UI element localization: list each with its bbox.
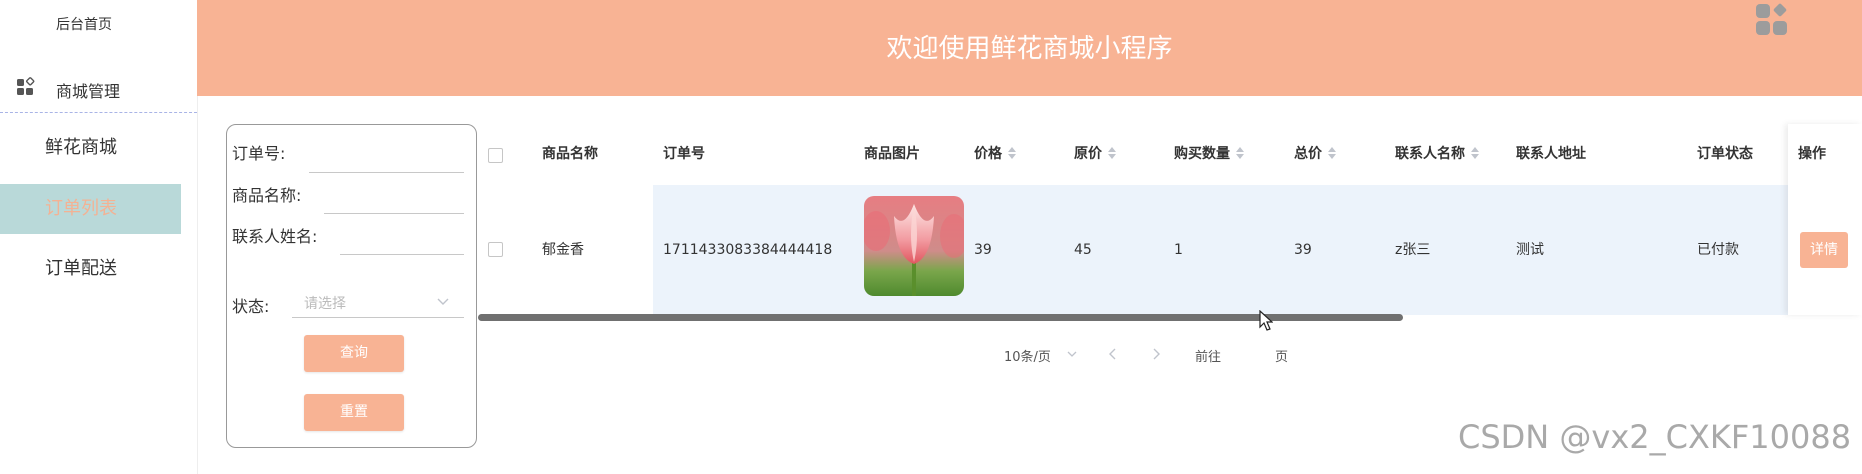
sidebar-menu-label: 商城管理	[56, 82, 121, 101]
goto-label: 前往	[1195, 350, 1222, 365]
cell-quantity: 1	[1174, 242, 1183, 258]
orders-table: 商品名称 订单号 商品图片 价格 原价 购买数量 总价 联系人名称 联系人地址 …	[478, 124, 1862, 316]
page-label: 页	[1275, 350, 1289, 365]
contact-name-label: 联系人姓名:	[232, 227, 318, 246]
watermark: CSDN @vx2_CXKF10088	[1458, 418, 1852, 456]
search-panel: 订单号: 商品名称: 联系人姓名: 状态: 请选择 查询 重置	[226, 124, 477, 448]
goto-page-input[interactable]	[1235, 346, 1275, 364]
sidebar-item-label: 订单配送	[45, 258, 117, 279]
sidebar-item-label: 订单列表	[45, 198, 117, 219]
column-total: 总价	[1294, 146, 1322, 162]
next-page-icon[interactable]	[1150, 347, 1162, 361]
tulip-image	[864, 196, 964, 296]
product-name-label: 商品名称:	[232, 186, 302, 205]
status-placeholder: 请选择	[304, 296, 346, 312]
sort-icon[interactable]	[1008, 147, 1016, 159]
order-no-input[interactable]	[309, 172, 464, 173]
sidebar: 后台首页 商城管理 鲜花商城 订单列表 订单配送	[0, 0, 198, 474]
sidebar-item-label: 鲜花商城	[45, 137, 117, 158]
page-title: 欢迎使用鲜花商城小程序	[886, 34, 1173, 64]
cell-order-no: 1711433083384444418	[663, 242, 833, 258]
product-name-input[interactable]	[324, 213, 464, 214]
prev-page-icon[interactable]	[1107, 347, 1119, 361]
sort-icon[interactable]	[1108, 147, 1116, 159]
order-no-label: 订单号:	[232, 144, 286, 163]
sort-icon[interactable]	[1471, 147, 1479, 159]
grid-icon	[17, 77, 35, 95]
row-highlight	[653, 185, 1862, 315]
contact-name-input[interactable]	[340, 254, 464, 255]
column-actions: 操作	[1798, 146, 1826, 162]
select-all-checkbox[interactable]	[488, 148, 503, 163]
sort-icon[interactable]	[1328, 147, 1336, 159]
sidebar-item-order-list[interactable]: 订单列表	[0, 184, 181, 234]
column-quantity: 购买数量	[1174, 146, 1230, 162]
chevron-down-icon	[437, 298, 449, 305]
column-quantity-header[interactable]: 购买数量	[1174, 124, 1244, 185]
page-size-value: 10条/页	[1004, 350, 1051, 365]
cell-price: 39	[974, 242, 992, 258]
cell-original-price: 45	[1074, 242, 1092, 258]
column-product-name: 商品名称	[542, 146, 598, 162]
query-button[interactable]: 查询	[304, 335, 404, 372]
column-order-status: 订单状态	[1697, 146, 1753, 162]
cell-contact-name: z张三	[1395, 242, 1431, 258]
column-product-image: 商品图片	[864, 146, 920, 162]
header-banner: 欢迎使用鲜花商城小程序	[197, 0, 1862, 96]
page-size-select[interactable]: 10条/页	[1004, 346, 1051, 365]
cell-total: 39	[1294, 242, 1312, 258]
product-image[interactable]	[864, 196, 964, 296]
sidebar-item-flower-shop[interactable]: 鲜花商城	[0, 123, 181, 173]
cell-order-status: 已付款	[1697, 242, 1739, 258]
status-select[interactable]: 请选择	[292, 285, 464, 318]
row-checkbox[interactable]	[488, 242, 503, 257]
sidebar-item-order-delivery[interactable]: 订单配送	[0, 244, 181, 294]
column-original-price-header[interactable]: 原价	[1074, 124, 1116, 185]
status-label: 状态:	[232, 297, 270, 316]
reset-button[interactable]: 重置	[304, 394, 404, 431]
column-total-header[interactable]: 总价	[1294, 124, 1336, 185]
sidebar-menu-shop-management[interactable]: 商城管理	[0, 67, 197, 113]
chevron-down-icon[interactable]	[1066, 348, 1078, 360]
column-price: 价格	[974, 146, 1002, 162]
column-contact-address: 联系人地址	[1516, 146, 1586, 162]
sidebar-home-link[interactable]: 后台首页	[0, 14, 168, 34]
column-contact-name-header[interactable]: 联系人名称	[1395, 124, 1479, 185]
actions-column: 操作 详情	[1788, 124, 1862, 315]
cursor-icon	[1259, 310, 1273, 331]
sort-icon[interactable]	[1236, 147, 1244, 159]
grid-icon	[1756, 3, 1787, 35]
cell-product-name: 郁金香	[542, 242, 584, 258]
column-price-header[interactable]: 价格	[974, 124, 1016, 185]
detail-button[interactable]: 详情	[1800, 232, 1848, 268]
column-order-no: 订单号	[663, 146, 705, 162]
column-contact-name: 联系人名称	[1395, 146, 1465, 162]
cell-contact-address: 测试	[1516, 242, 1544, 258]
table-header: 商品名称 订单号 商品图片 价格 原价 购买数量 总价 联系人名称 联系人地址 …	[478, 124, 1862, 186]
column-original-price: 原价	[1074, 146, 1102, 162]
